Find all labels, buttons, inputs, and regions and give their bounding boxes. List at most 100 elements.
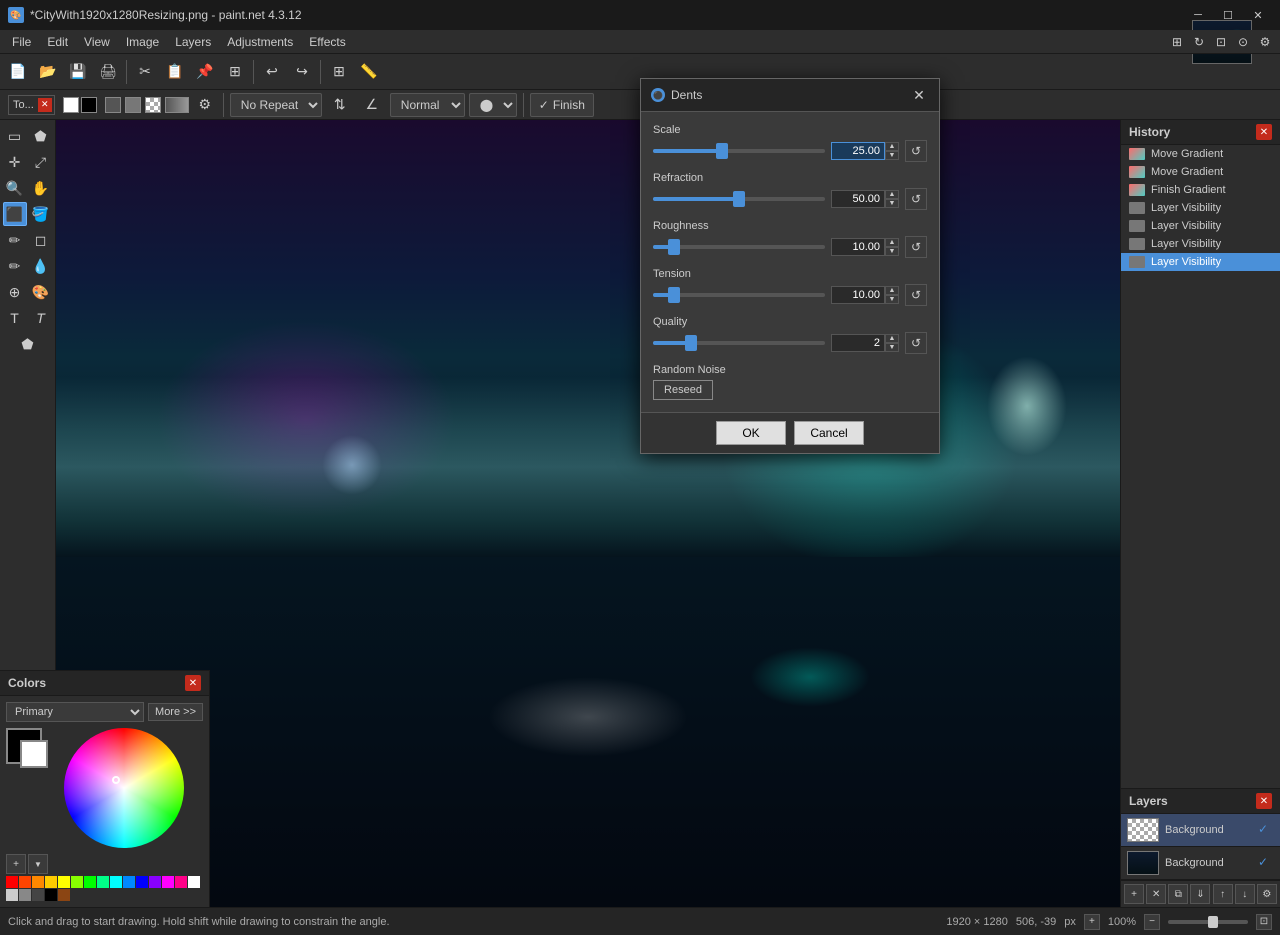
layer-settings-button[interactable]: ⚙ <box>1257 884 1277 904</box>
tension-slider-thumb[interactable] <box>668 287 680 303</box>
tension-spin-down[interactable]: ▼ <box>885 295 899 304</box>
recolor-tool[interactable]: 🎨 <box>29 280 53 304</box>
blend-mode-dropdown[interactable]: Normal Multiply Screen <box>390 93 465 117</box>
scale-spin-down[interactable]: ▼ <box>885 151 899 160</box>
move-tool[interactable]: ✛ <box>3 150 27 174</box>
finish-button[interactable]: ✓ Finish <box>530 93 594 117</box>
foreground-color-swatch[interactable] <box>20 740 48 768</box>
roughness-slider-thumb[interactable] <box>668 239 680 255</box>
dialog-cancel-button[interactable]: Cancel <box>794 421 864 445</box>
new-button[interactable]: 📄 <box>4 58 32 86</box>
open-button[interactable]: 📂 <box>34 58 62 86</box>
crop-button[interactable]: ⊞ <box>221 58 249 86</box>
history-item-6[interactable]: Layer Visibility <box>1121 253 1280 271</box>
colors-close-button[interactable]: ✕ <box>185 675 201 691</box>
palette-sky-blue[interactable] <box>123 876 135 888</box>
history-close-button[interactable]: ✕ <box>1256 124 1272 140</box>
toolbar-icon-4[interactable]: ⊙ <box>1232 31 1254 53</box>
zoom-slider-thumb[interactable] <box>1208 916 1218 928</box>
palette-yellow[interactable] <box>45 876 57 888</box>
rectangle-select-tool[interactable]: ▭ <box>3 124 27 148</box>
fit-window-button[interactable]: ⊡ <box>1256 914 1272 930</box>
history-item-1[interactable]: Move Gradient <box>1121 163 1280 181</box>
palette-gray[interactable] <box>19 889 31 901</box>
roughness-reset-button[interactable]: ↺ <box>905 236 927 258</box>
palette-light-gray[interactable] <box>6 889 18 901</box>
shape-tool[interactable]: ⬟ <box>16 332 40 356</box>
palette-blue[interactable] <box>136 876 148 888</box>
palette-purple[interactable] <box>149 876 161 888</box>
layer-item-1[interactable]: Background ✓ <box>1121 847 1280 880</box>
menu-file[interactable]: File <box>4 33 39 51</box>
add-layer-button[interactable]: + <box>1124 884 1144 904</box>
quality-input[interactable] <box>831 334 885 352</box>
roughness-spin-down[interactable]: ▼ <box>885 247 899 256</box>
repeat-dropdown[interactable]: No Repeat Repeat Mirror <box>230 93 322 117</box>
history-item-5[interactable]: Layer Visibility <box>1121 235 1280 253</box>
history-item-0[interactable]: Move Gradient <box>1121 145 1280 163</box>
toolbar-icon-2[interactable]: ↻ <box>1188 31 1210 53</box>
move-layer-down-button[interactable]: ↓ <box>1235 884 1255 904</box>
quality-spin-down[interactable]: ▼ <box>885 343 899 352</box>
scale-spin-up[interactable]: ▲ <box>885 142 899 151</box>
angle-button[interactable]: ∠ <box>358 91 386 119</box>
text-tool[interactable]: T <box>3 306 27 330</box>
palette-black[interactable] <box>45 889 57 901</box>
quality-spin-up[interactable]: ▲ <box>885 334 899 343</box>
palette-green[interactable] <box>84 876 96 888</box>
zoom-tool[interactable]: 🔍 <box>3 176 27 200</box>
palette-teal-green[interactable] <box>97 876 109 888</box>
delete-layer-button[interactable]: ✕ <box>1146 884 1166 904</box>
quality-reset-button[interactable]: ↺ <box>905 332 927 354</box>
pencil-tool[interactable]: ✏ <box>3 254 27 278</box>
secondary-swatch[interactable] <box>105 97 121 113</box>
menu-view[interactable]: View <box>76 33 118 51</box>
pan-tool[interactable]: ✋ <box>29 176 53 200</box>
grid-button[interactable]: ⊞ <box>325 58 353 86</box>
brush-size-dropdown[interactable]: ⬤ <box>469 93 517 117</box>
toolbar-icon-5[interactable]: ⚙ <box>1254 31 1276 53</box>
to-close-button[interactable]: ✕ <box>38 98 52 112</box>
palette-cyan[interactable] <box>110 876 122 888</box>
palette-yellow-green[interactable] <box>71 876 83 888</box>
refraction-slider[interactable] <box>653 197 825 201</box>
more-colors-button[interactable]: More >> <box>148 703 203 721</box>
tension-reset-button[interactable]: ↺ <box>905 284 927 306</box>
scale-slider[interactable] <box>653 149 825 153</box>
roughness-spin-up[interactable]: ▲ <box>885 238 899 247</box>
zoom-out-button[interactable]: − <box>1144 914 1160 930</box>
copy-button[interactable]: 📋 <box>161 58 189 86</box>
menu-edit[interactable]: Edit <box>39 33 76 51</box>
text-italic-tool[interactable]: T <box>29 306 53 330</box>
layer-visibility-0[interactable]: ✓ <box>1258 822 1274 838</box>
layer-item-0[interactable]: Background ✓ <box>1121 814 1280 847</box>
foreground-swatch[interactable] <box>63 97 79 113</box>
refraction-spin-down[interactable]: ▼ <box>885 199 899 208</box>
menu-image[interactable]: Image <box>118 33 167 51</box>
background-swatch[interactable] <box>81 97 97 113</box>
refraction-reset-button[interactable]: ↺ <box>905 188 927 210</box>
dialog-ok-button[interactable]: OK <box>716 421 786 445</box>
palette-add-button[interactable]: + <box>6 854 26 874</box>
duplicate-layer-button[interactable]: ⧉ <box>1168 884 1188 904</box>
color-picker-tool[interactable]: 💧 <box>29 254 53 278</box>
quality-slider-thumb[interactable] <box>685 335 697 351</box>
layers-close-button[interactable]: ✕ <box>1256 793 1272 809</box>
reseed-button[interactable]: Reseed <box>653 380 713 400</box>
eraser-tool[interactable]: ◻ <box>29 228 53 252</box>
roughness-slider[interactable] <box>653 245 825 249</box>
move-selection-tool[interactable]: ⤢ <box>29 150 53 174</box>
brush-options[interactable]: ⚙ <box>193 93 217 117</box>
tertiary-swatch[interactable] <box>125 97 141 113</box>
merge-layer-button[interactable]: ⇓ <box>1190 884 1210 904</box>
palette-white[interactable] <box>188 876 200 888</box>
palette-red[interactable] <box>6 876 18 888</box>
canvas-area[interactable] <box>56 120 1120 907</box>
palette-brown[interactable] <box>58 889 70 901</box>
gradient-swatch[interactable] <box>165 97 189 113</box>
palette-orange[interactable] <box>32 876 44 888</box>
gradient-tool[interactable]: ⬛ <box>3 202 27 226</box>
refraction-slider-thumb[interactable] <box>733 191 745 207</box>
roughness-input[interactable] <box>831 238 885 256</box>
zoom-slider[interactable] <box>1168 920 1248 924</box>
